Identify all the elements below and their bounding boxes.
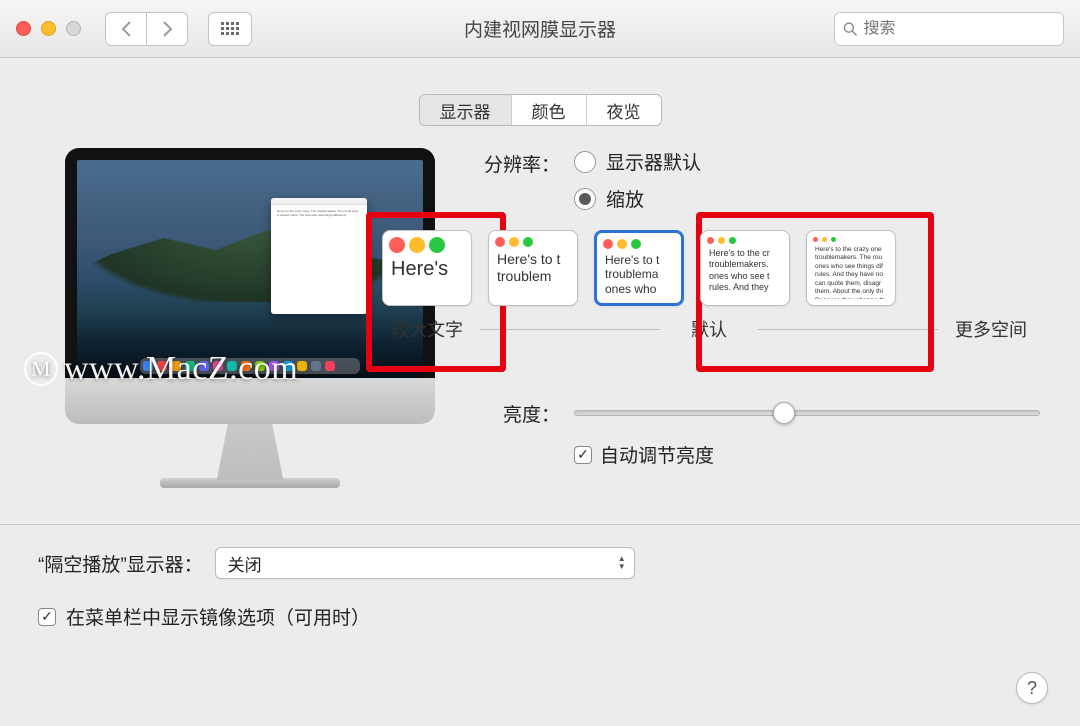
checkbox-icon: ✓ [38, 608, 56, 626]
back-button[interactable] [105, 12, 147, 46]
forward-button[interactable] [146, 12, 188, 46]
scale-option-mid1[interactable]: Here's to t troublem [484, 230, 582, 306]
help-button[interactable]: ? [1016, 672, 1048, 704]
auto-brightness-label: 自动调节亮度 [600, 441, 714, 468]
radio-icon [574, 188, 596, 210]
brightness-row: 亮度： [450, 398, 1040, 427]
scale-option-larger[interactable]: Here's [378, 230, 476, 306]
airplay-value: 关闭 [228, 551, 262, 576]
radio-default-resolution[interactable]: 显示器默认 [574, 148, 701, 175]
search-icon [843, 21, 857, 37]
search-input[interactable] [863, 20, 1055, 38]
show-all-button[interactable] [208, 12, 252, 46]
caption-larger-text: 较大文字 [378, 316, 476, 342]
document-preview: Here's to the crazy ones. The troublemak… [271, 198, 367, 314]
caption-default: 默认 [664, 316, 754, 342]
search-field[interactable] [834, 12, 1064, 46]
mirror-checkbox[interactable]: ✓ 在菜单栏中显示镜像选项（可用时） [38, 603, 1040, 630]
mirror-label: 在菜单栏中显示镜像选项（可用时） [66, 603, 370, 630]
stepper-icon: ▲▼ [618, 555, 626, 571]
airplay-select[interactable]: 关闭 ▲▼ [215, 547, 635, 579]
tab-color[interactable]: 颜色 [512, 95, 587, 125]
brightness-label: 亮度： [450, 400, 560, 427]
watermark: Mwww.MacZ.com [24, 350, 298, 388]
caption-more-space: 更多空间 [942, 316, 1040, 342]
tab-night-shift[interactable]: 夜览 [587, 95, 661, 125]
nav-buttons [105, 12, 188, 46]
scale-options: Here'sHere's to t troublemHere's to t tr… [378, 230, 1040, 342]
checkbox-icon: ✓ [574, 446, 592, 464]
tab-bar: 显示器 颜色 夜览 [0, 94, 1080, 126]
resolution-label: 分辨率： [450, 150, 560, 177]
radio-icon [574, 151, 596, 173]
close-icon[interactable] [16, 21, 31, 36]
titlebar: 内建视网膜显示器 [0, 0, 1080, 58]
scale-option-default[interactable]: Here's to t troublema ones who [590, 230, 688, 306]
brightness-slider[interactable] [574, 410, 1040, 416]
grid-icon [221, 22, 239, 35]
auto-brightness-checkbox[interactable]: ✓ 自动调节亮度 [574, 441, 1040, 468]
minimize-icon[interactable] [41, 21, 56, 36]
airplay-row: “隔空播放”显示器： 关闭 ▲▼ [38, 547, 1040, 579]
window-title: 内建视网膜显示器 [464, 15, 616, 42]
radio-label: 显示器默认 [606, 148, 701, 175]
scale-option-mid2[interactable]: Here's to the cr troublemakers. ones who… [696, 230, 794, 306]
slider-thumb[interactable] [773, 402, 795, 424]
airplay-label: “隔空播放”显示器： [38, 550, 203, 577]
zoom-icon [66, 21, 81, 36]
tab-display[interactable]: 显示器 [420, 95, 512, 125]
radio-label: 缩放 [606, 185, 644, 212]
traffic-lights [16, 21, 81, 36]
radio-scaled-resolution[interactable]: 缩放 [574, 185, 701, 212]
scale-option-more[interactable]: Here's to the crazy one troublemakers. T… [802, 230, 900, 306]
